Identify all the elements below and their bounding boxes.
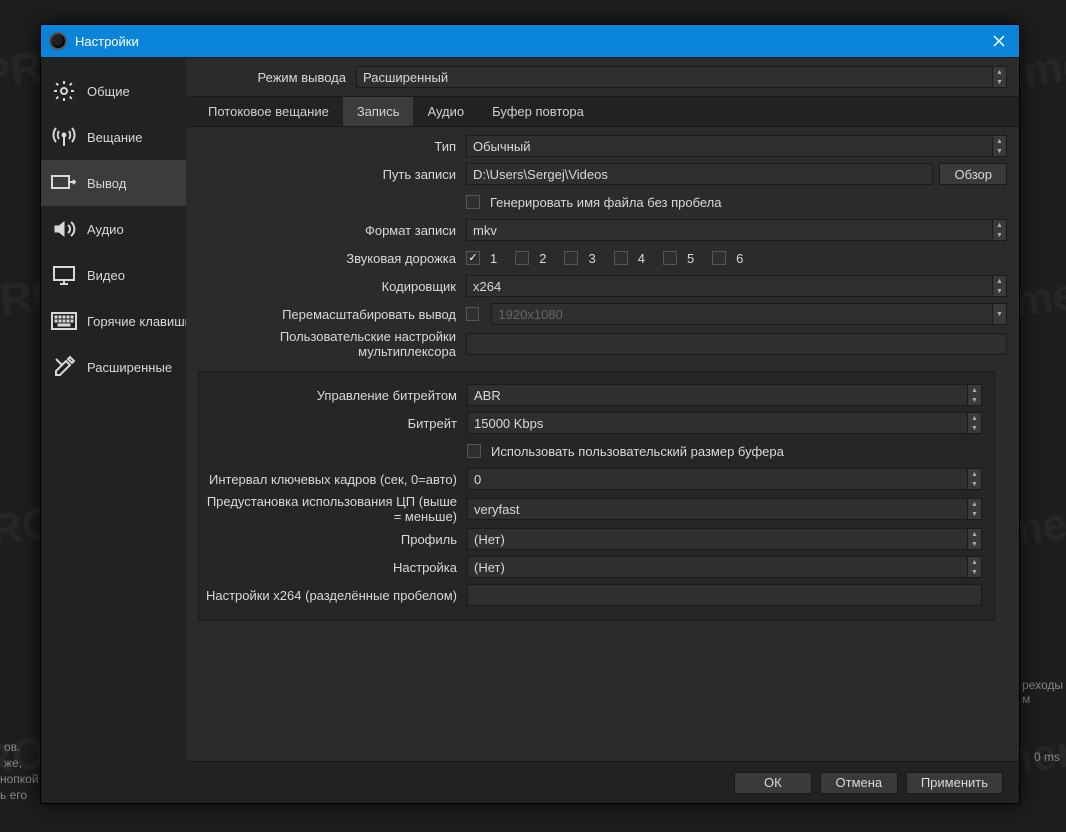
custom-buffer-checkbox[interactable] [467, 444, 481, 458]
sidebar-item-hotkeys[interactable]: Горячие клавиши [41, 298, 186, 344]
sidebar-item-audio[interactable]: Аудио [41, 206, 186, 252]
sidebar-item-label: Расширенные [87, 360, 172, 375]
track-label: Звуковая дорожка [186, 251, 466, 266]
sidebar-item-video[interactable]: Видео [41, 252, 186, 298]
apply-button[interactable]: Применить [906, 772, 1003, 794]
nospace-checkbox[interactable] [466, 195, 480, 209]
encoder-select[interactable]: x264▲▼ [466, 275, 1007, 297]
rec-format-select[interactable]: mkv▲▼ [466, 219, 1007, 241]
window-title: Настройки [75, 34, 139, 49]
titlebar[interactable]: Настройки [41, 25, 1019, 57]
rescale-label: Перемасштабировать вывод [186, 307, 466, 322]
gear-icon [51, 78, 77, 104]
content-panel: Режим вывода Расширенный ▲▼ Потоковое ве… [186, 58, 1019, 803]
x264opts-label: Настройки x264 (разделённые пробелом) [199, 588, 467, 603]
tune-select[interactable]: (Нет)▲▼ [467, 556, 982, 578]
rec-type-select[interactable]: Обычный▲▼ [466, 135, 1007, 157]
keyint-label: Интервал ключевых кадров (сек, 0=авто) [199, 472, 467, 487]
sidebar: Общие Вещание Вывод Аудио Видео Горячие … [41, 58, 186, 803]
mux-input[interactable] [466, 333, 1007, 355]
rec-type-label: Тип [186, 139, 466, 154]
sidebar-item-general[interactable]: Общие [41, 68, 186, 114]
track-3-checkbox[interactable] [564, 251, 578, 265]
bg-text: нопкой [0, 772, 39, 786]
audio-tracks: 1 2 3 4 5 6 [466, 251, 1007, 266]
keyboard-icon [51, 308, 77, 334]
rescale-checkbox[interactable] [466, 307, 479, 321]
speaker-icon [51, 216, 77, 242]
output-tabs: Потоковое вещание Запись Аудио Буфер пов… [186, 97, 1019, 127]
browse-button[interactable]: Обзор [939, 163, 1007, 185]
nospace-label: Генерировать имя файла без пробела [490, 195, 722, 210]
encoder-label: Кодировщик [186, 279, 466, 294]
tools-icon [51, 354, 77, 380]
tab-audio[interactable]: Аудио [413, 97, 478, 126]
antenna-icon [51, 124, 77, 150]
custom-buffer-label: Использовать пользовательский размер буф… [491, 444, 784, 459]
monitor-icon [51, 262, 77, 288]
preset-select[interactable]: veryfast▲▼ [467, 498, 982, 520]
bitrate-spinner[interactable]: 15000 Kbps▲▼ [467, 412, 982, 434]
bg-text: ь его [0, 788, 27, 802]
sidebar-item-stream[interactable]: Вещание [41, 114, 186, 160]
cancel-button[interactable]: Отмена [820, 772, 898, 794]
sidebar-item-output[interactable]: Вывод [41, 160, 186, 206]
output-mode-select[interactable]: Расширенный ▲▼ [356, 66, 1007, 88]
mux-label: Пользовательские настройки мультиплексор… [186, 329, 466, 359]
settings-dialog: Настройки Общие Вещание Вывод Аудио [40, 24, 1020, 804]
sidebar-item-label: Вывод [87, 176, 126, 191]
output-mode-label: Режим вывода [186, 70, 356, 85]
profile-select[interactable]: (Нет)▲▼ [467, 528, 982, 550]
sidebar-item-label: Общие [87, 84, 130, 99]
rc-select[interactable]: ABR▲▼ [467, 384, 982, 406]
bg-text: ов. [4, 740, 20, 754]
close-button[interactable] [987, 29, 1011, 53]
x264opts-input[interactable] [467, 584, 982, 606]
tab-recording[interactable]: Запись [343, 97, 414, 126]
rc-label: Управление битрейтом [199, 388, 467, 403]
dialog-footer: ОК Отмена Применить [186, 761, 1019, 803]
obs-logo-icon [49, 32, 67, 50]
rec-path-label: Путь записи [186, 167, 466, 182]
sidebar-item-label: Вещание [87, 130, 143, 145]
profile-label: Профиль [199, 532, 467, 547]
bitrate-label: Битрейт [199, 416, 467, 431]
rec-format-label: Формат записи [186, 223, 466, 238]
rec-path-input[interactable] [466, 163, 933, 185]
tune-label: Настройка [199, 560, 467, 575]
track-5-checkbox[interactable] [663, 251, 677, 265]
preset-label: Предустановка использования ЦП (выше = м… [199, 494, 467, 524]
output-icon [51, 170, 77, 196]
bg-text: же, [4, 756, 22, 770]
tab-replay-buffer[interactable]: Буфер повтора [478, 97, 598, 126]
bg-text: 0 ms [1034, 750, 1060, 764]
sidebar-item-label: Горячие клавиши [87, 314, 186, 329]
tab-streaming[interactable]: Потоковое вещание [194, 97, 343, 126]
track-6-checkbox[interactable] [712, 251, 726, 265]
track-1-checkbox[interactable] [466, 251, 480, 265]
encoder-settings: Управление битрейтом ABR▲▼ Битрейт 15000… [198, 371, 995, 621]
track-4-checkbox[interactable] [614, 251, 628, 265]
rescale-select: 1920x1080▼ [491, 303, 1007, 325]
sidebar-item-label: Аудио [87, 222, 124, 237]
keyint-spinner[interactable]: 0▲▼ [467, 468, 982, 490]
ok-button[interactable]: ОК [734, 772, 812, 794]
sidebar-item-label: Видео [87, 268, 125, 283]
sidebar-item-advanced[interactable]: Расширенные [41, 344, 186, 390]
bg-text: реходы м [1022, 678, 1066, 706]
track-2-checkbox[interactable] [515, 251, 529, 265]
